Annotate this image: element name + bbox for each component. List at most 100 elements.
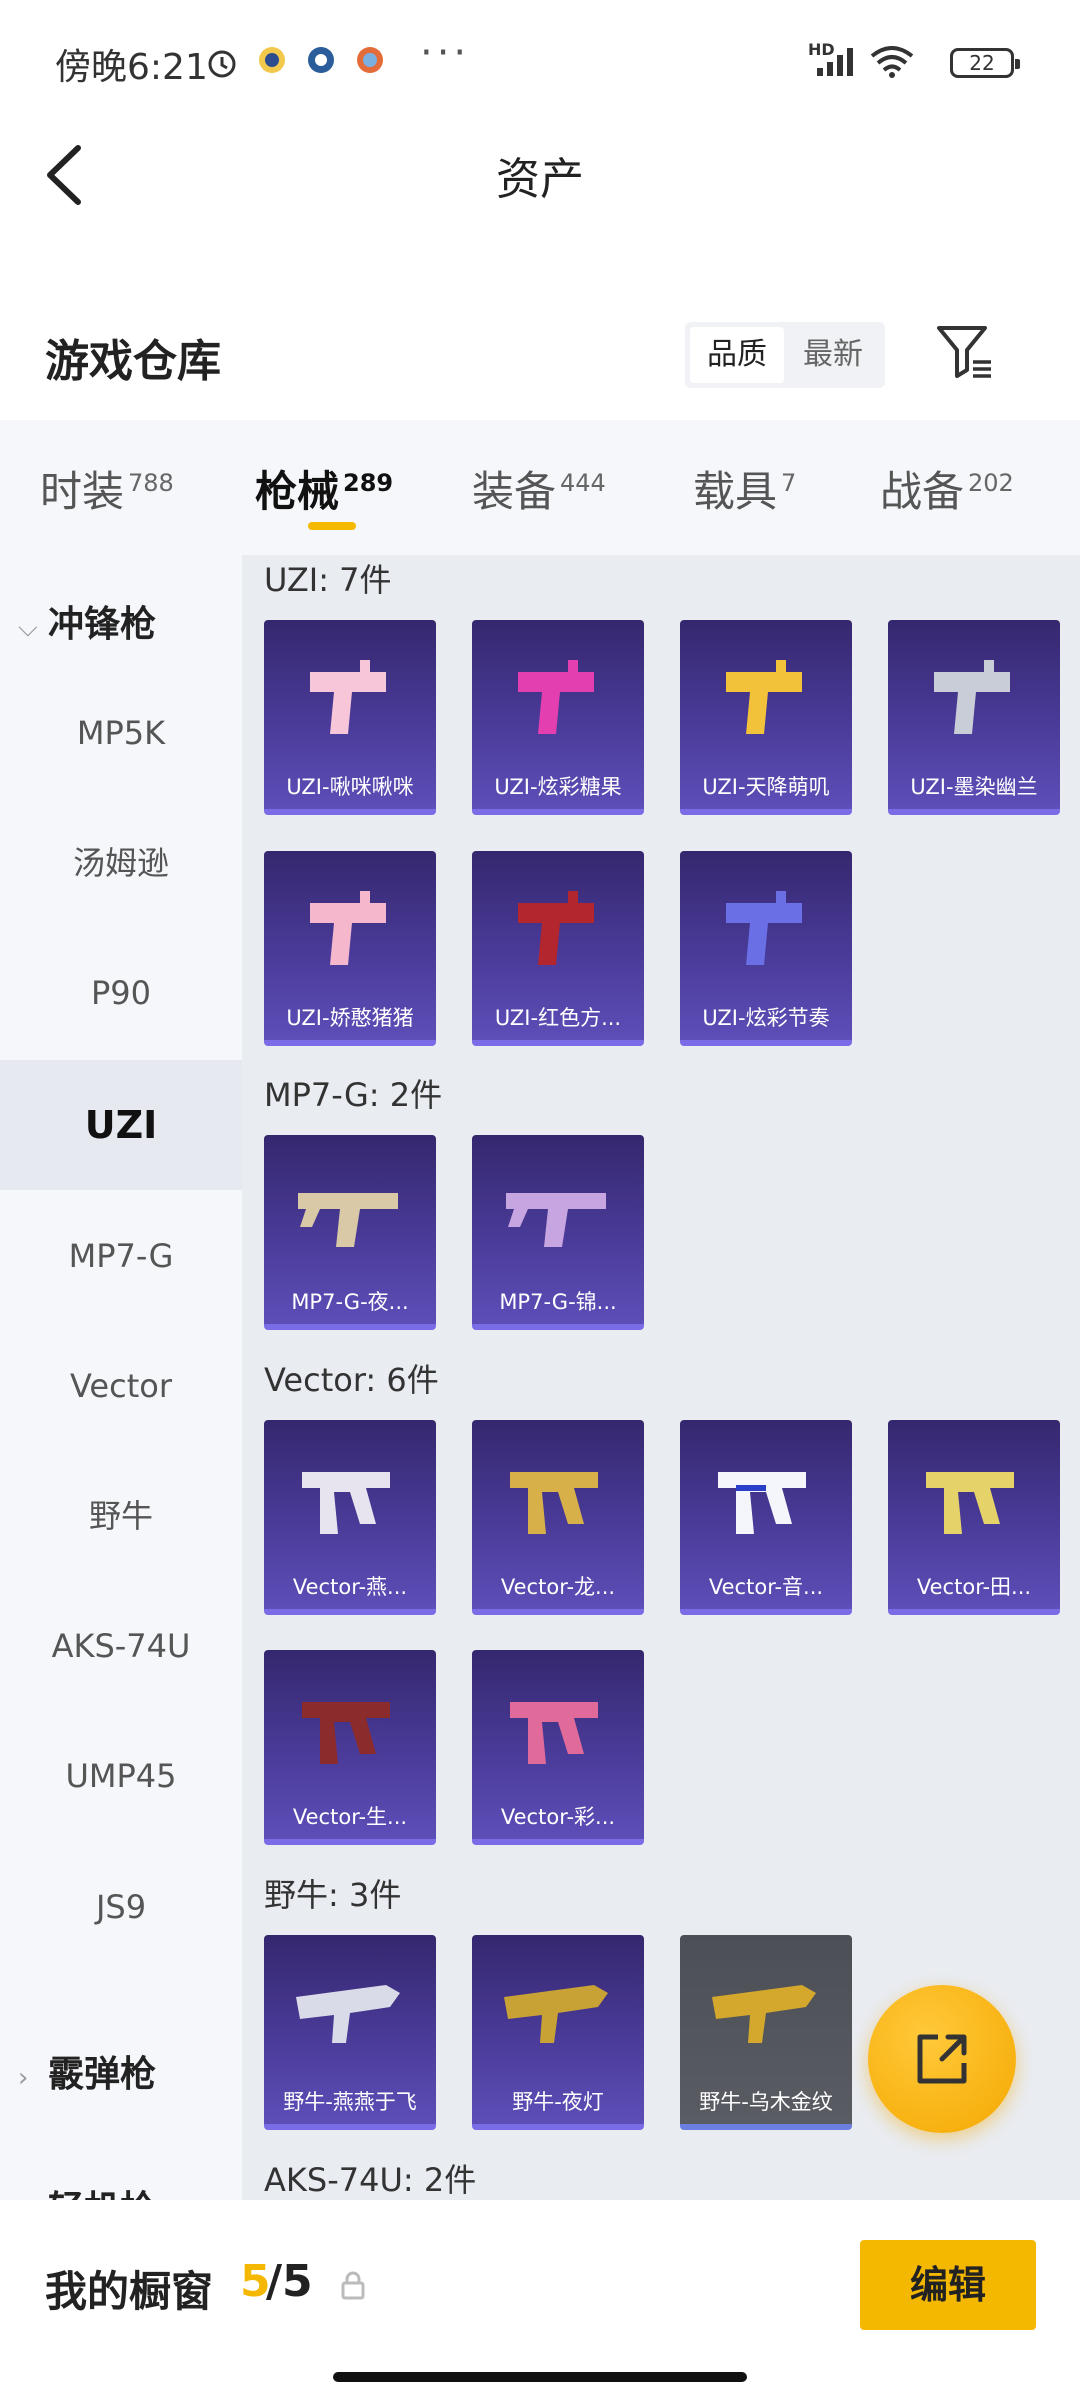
sidebar-item-mp7g[interactable]: MP7-G — [0, 1191, 242, 1321]
skin-card-label: 野牛-燕燕于飞 — [283, 2090, 417, 2114]
active-tab-indicator — [308, 522, 356, 530]
tab-firearms[interactable]: 枪械 289 — [255, 458, 393, 519]
sidebar-item-vector[interactable]: Vector — [0, 1321, 242, 1451]
skin-card[interactable]: 野牛-燕燕于飞 — [264, 1935, 436, 2130]
skin-card-label: Vector-生... — [292, 1805, 408, 1829]
skin-card[interactable]: 野牛-乌木金纹 — [680, 1935, 852, 2130]
uzi-skin-icon — [310, 891, 386, 965]
vector-skin-icon — [926, 1472, 1014, 1534]
skin-card[interactable]: Vector-燕... — [264, 1420, 436, 1615]
showcase-bar: 我的橱窗 5 / 5 编辑 — [0, 2200, 1080, 2400]
sidebar-group-smg[interactable]: ⌵ 冲锋枪 — [0, 595, 242, 647]
sidebar-item-ump45[interactable]: UMP45 — [0, 1711, 242, 1841]
sidebar-item-p90[interactable]: P90 — [0, 928, 242, 1058]
sidebar-group-lmg[interactable]: ›轻机枪 — [0, 2180, 242, 2200]
section-title-aks74u: AKS-74U: 2件 — [264, 2161, 477, 2199]
tab-fashion[interactable]: 时装 788 — [40, 458, 174, 519]
tab-count: 7 — [781, 469, 797, 497]
signal-icon — [817, 48, 853, 76]
skin-card-label: Vector-田... — [916, 1575, 1032, 1599]
skin-card-label: 野牛-夜灯 — [512, 2090, 604, 2114]
sidebar-group-label: 冲锋枪 — [48, 604, 157, 645]
skin-card[interactable]: 野牛-夜灯 — [472, 1935, 644, 2130]
category-tabs: 时装 788 枪械 289 装备 444 载具 7 战备 202 — [0, 420, 1080, 555]
sort-by-newest-button[interactable]: 最新 — [786, 327, 880, 383]
tab-count: 289 — [343, 469, 394, 497]
skin-card[interactable]: UZI-天降萌叽 — [680, 620, 852, 815]
skin-card[interactable]: UZI-啾咪啾咪 — [264, 620, 436, 815]
skin-card-label: UZI-娇憨猪猪 — [286, 1006, 414, 1030]
tab-vehicles[interactable]: 载具 7 — [693, 458, 796, 519]
sidebar-group-label: 轻机枪 — [48, 2189, 156, 2200]
uzi-skin-icon — [310, 660, 386, 734]
app-notification-icon — [308, 47, 334, 73]
app-notification-icon — [259, 47, 285, 73]
skin-card-label: UZI-炫彩节奏 — [702, 1006, 830, 1030]
bizon-skin-icon — [296, 1985, 400, 2043]
uzi-skin-icon — [726, 891, 802, 965]
share-button[interactable] — [868, 1985, 1016, 2133]
app-notification-icon — [357, 47, 383, 73]
section-title-uzi: UZI: 7件 — [264, 561, 392, 599]
tab-supplies[interactable]: 战备 202 — [880, 458, 1014, 519]
skin-card-label: Vector-龙... — [500, 1575, 616, 1599]
section-title-bizon: 野牛: 3件 — [264, 1876, 402, 1914]
mp7-skin-icon — [506, 1193, 606, 1247]
uzi-skin-icon — [934, 660, 1010, 734]
section-title-vector: Vector: 6件 — [264, 1361, 439, 1399]
chevron-down-icon: ⌵ — [18, 613, 38, 643]
home-indicator[interactable] — [333, 2372, 747, 2382]
section-title-mp7g: MP7-G: 2件 — [264, 1076, 443, 1114]
vector-skin-icon — [302, 1472, 390, 1534]
sort-by-quality-button[interactable]: 品质 — [690, 327, 784, 383]
skin-card[interactable]: Vector-田... — [888, 1420, 1060, 1615]
sidebar-group-shotgun[interactable]: › 霰弹枪 — [0, 2045, 242, 2097]
chevron-right-icon: › — [18, 2063, 29, 2093]
skin-card[interactable]: Vector-生... — [264, 1650, 436, 1845]
sidebar-item-aks74u[interactable]: AKS-74U — [0, 1581, 242, 1711]
skin-card-label: UZI-天降萌叽 — [702, 775, 830, 799]
skin-card[interactable]: UZI-炫彩糖果 — [472, 620, 644, 815]
bizon-skin-icon — [504, 1985, 608, 2043]
weapon-type-sidebar: ⌵ 冲锋枪 MP5K 汤姆逊 P90 UZI MP7-G Vector 野牛 AK… — [0, 555, 242, 2200]
vector-skin-icon — [718, 1472, 806, 1534]
more-notifications-icon: ··· — [420, 30, 471, 76]
share-icon — [917, 2034, 967, 2084]
showcase-label: 我的橱窗 — [45, 2267, 214, 2316]
skin-card-label: Vector-彩... — [500, 1805, 616, 1829]
tab-equipment[interactable]: 装备 444 — [472, 458, 606, 519]
edit-button[interactable]: 编辑 — [860, 2240, 1036, 2330]
vector-skin-icon — [510, 1702, 598, 1764]
tab-count: 202 — [968, 469, 1014, 497]
sidebar-item-thompson[interactable]: 汤姆逊 — [0, 798, 242, 928]
sidebar-item-js9[interactable]: JS9 — [0, 1842, 242, 1972]
status-bar: 傍晚6:21 ··· HD 22 — [0, 0, 1080, 120]
page-title: 资产 — [496, 154, 584, 205]
skin-card-label: Vector-音... — [708, 1575, 824, 1599]
filter-icon[interactable] — [935, 322, 995, 382]
lock-icon — [341, 2271, 365, 2300]
skin-card[interactable]: UZI-炫彩节奏 — [680, 851, 852, 1046]
skin-card[interactable]: Vector-龙... — [472, 1420, 644, 1615]
sidebar-item-mp5k[interactable]: MP5K — [0, 668, 242, 798]
sidebar-item-bizon[interactable]: 野牛 — [0, 1451, 242, 1581]
tab-count: 788 — [128, 469, 174, 497]
skin-card-label: 野牛-乌木金纹 — [699, 2090, 833, 2114]
showcase-total-count: 5 — [282, 2256, 313, 2307]
skin-card-label: UZI-啾咪啾咪 — [286, 775, 414, 799]
skin-card[interactable]: UZI-娇憨猪猪 — [264, 851, 436, 1046]
skin-card[interactable]: UZI-红色方... — [472, 851, 644, 1046]
skin-card[interactable]: Vector-彩... — [472, 1650, 644, 1845]
weapon-skin-list: UZI: 7件 UZI-啾咪啾咪 UZI-炫彩糖果 UZI-天降萌叽 UZI-墨… — [242, 555, 1080, 2200]
skin-card[interactable]: MP7-G-夜... — [264, 1135, 436, 1330]
skin-card[interactable]: MP7-G-锦... — [472, 1135, 644, 1330]
tab-label: 枪械 — [255, 467, 340, 516]
tab-label: 战备 — [880, 467, 965, 516]
sidebar-item-uzi[interactable]: UZI — [0, 1060, 242, 1190]
mp7-skin-icon — [298, 1193, 398, 1247]
warehouse-title: 游戏仓库 — [45, 336, 221, 387]
uzi-skin-icon — [518, 891, 594, 965]
tab-label: 载具 — [693, 467, 778, 516]
skin-card[interactable]: UZI-墨染幽兰 — [888, 620, 1060, 815]
skin-card[interactable]: Vector-音... — [680, 1420, 852, 1615]
